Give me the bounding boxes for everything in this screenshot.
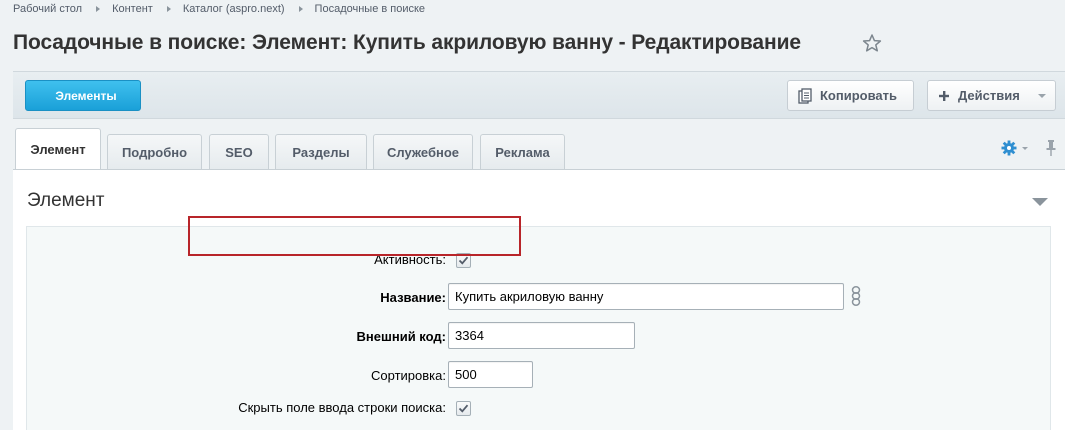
breadcrumb-separator-icon bbox=[298, 6, 303, 12]
field-row-external-code: Внешний код: 3364 bbox=[27, 322, 1050, 352]
tab-bar: Элемент Подробно SEO Разделы Служебное Р… bbox=[13, 128, 1065, 169]
hide-search-label: Скрыть поле ввода строки поиска: bbox=[238, 400, 446, 415]
name-input[interactable]: Купить акриловую ванну bbox=[448, 283, 844, 310]
collapse-toggle-icon[interactable] bbox=[1032, 198, 1048, 206]
field-row-hide-search: Скрыть поле ввода строки поиска: bbox=[27, 400, 1050, 430]
breadcrumb-separator-icon bbox=[166, 6, 171, 12]
highlight-frame bbox=[188, 216, 521, 256]
tab-detail[interactable]: Подробно bbox=[107, 134, 202, 169]
section-title: Элемент bbox=[27, 190, 105, 211]
checkmark-icon bbox=[458, 256, 469, 265]
plus-icon bbox=[939, 90, 949, 101]
tab-ads[interactable]: Реклама bbox=[480, 134, 565, 169]
copy-icon bbox=[798, 87, 812, 104]
external-code-input[interactable]: 3364 bbox=[448, 322, 635, 349]
star-icon[interactable] bbox=[862, 33, 882, 53]
tab-seo[interactable]: SEO bbox=[209, 134, 269, 169]
breadcrumb: Рабочий стол Контент Каталог (aspro.next… bbox=[13, 2, 425, 16]
copy-button[interactable]: Копировать bbox=[787, 80, 914, 111]
hide-search-checkbox[interactable] bbox=[456, 401, 471, 416]
sort-input[interactable]: 500 bbox=[448, 361, 533, 388]
tab-element[interactable]: Элемент bbox=[15, 128, 101, 169]
form-area: Активность: Название: Купить акриловую в… bbox=[26, 226, 1051, 430]
sort-label: Сортировка: bbox=[371, 368, 446, 383]
elements-button-label: Элементы bbox=[55, 88, 117, 103]
page-title: Посадочные в поиске: Элемент: Купить акр… bbox=[13, 31, 801, 54]
external-code-label: Внешний код: bbox=[356, 329, 446, 344]
chevron-down-icon bbox=[1038, 94, 1046, 98]
field-row-active: Активность: bbox=[27, 252, 1050, 282]
actions-button-label: Действия bbox=[958, 88, 1020, 103]
tab-content-panel: Элемент Активность: Название: Купить акр… bbox=[13, 169, 1065, 430]
chevron-down-icon[interactable] bbox=[1022, 147, 1028, 150]
gear-icon[interactable] bbox=[1001, 140, 1017, 156]
chain-link-icon[interactable] bbox=[850, 285, 862, 307]
breadcrumb-item-catalog[interactable]: Каталог (aspro.next) bbox=[183, 3, 285, 15]
field-row-name: Название: Купить акриловую ванну bbox=[27, 283, 1050, 313]
breadcrumb-item-desktop[interactable]: Рабочий стол bbox=[13, 3, 82, 15]
toolbar: Элементы Копировать Действия bbox=[13, 71, 1065, 119]
pin-icon[interactable] bbox=[1045, 139, 1057, 157]
actions-button[interactable]: Действия bbox=[927, 80, 1056, 111]
breadcrumb-separator-icon bbox=[96, 6, 101, 12]
field-row-sort: Сортировка: 500 bbox=[27, 361, 1050, 391]
breadcrumb-item-landing[interactable]: Посадочные в поиске bbox=[315, 3, 426, 15]
breadcrumb-item-content[interactable]: Контент bbox=[112, 3, 153, 15]
checkmark-icon bbox=[458, 404, 469, 413]
tab-sections[interactable]: Разделы bbox=[275, 134, 367, 169]
tab-service[interactable]: Служебное bbox=[373, 134, 473, 169]
name-label: Название: bbox=[380, 290, 446, 305]
copy-button-label: Копировать bbox=[820, 88, 898, 103]
elements-back-button[interactable]: Элементы bbox=[25, 80, 141, 111]
